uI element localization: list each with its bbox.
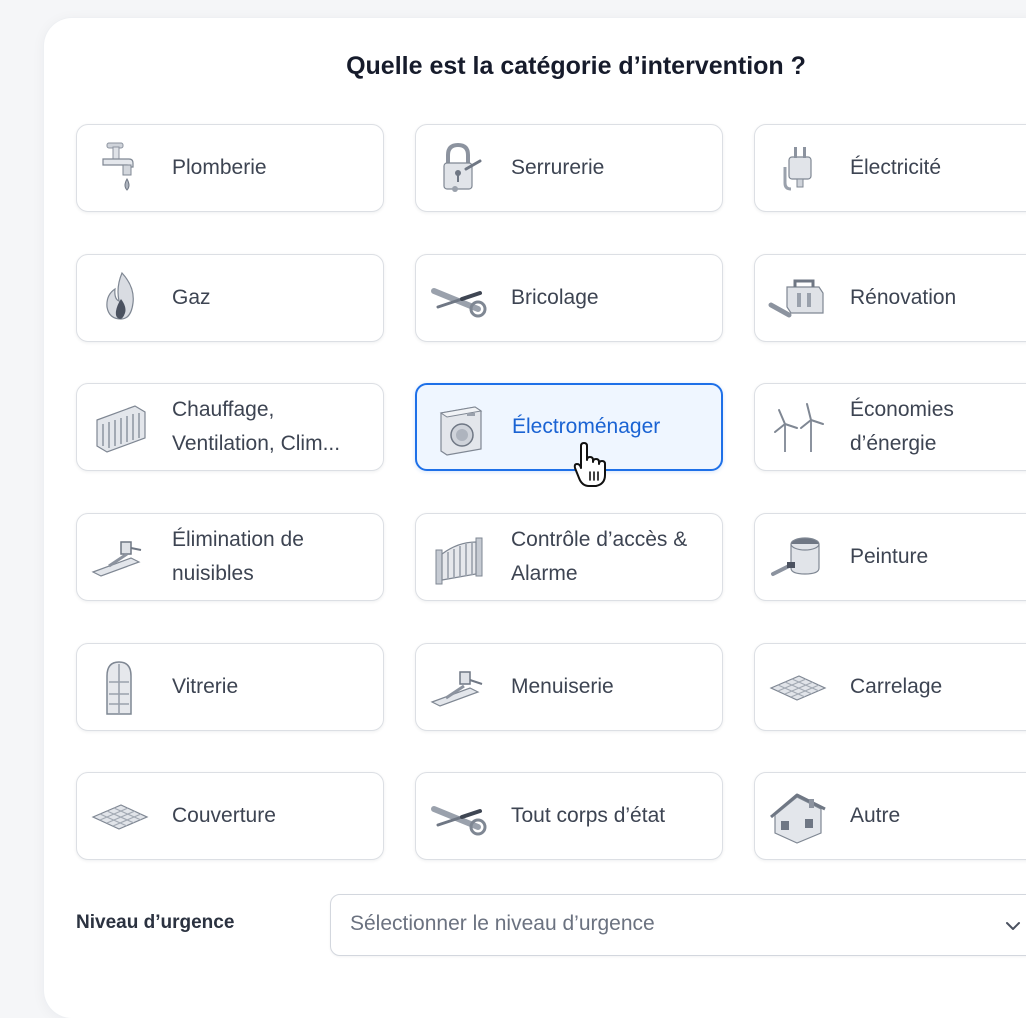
category-label: Menuiserie xyxy=(511,675,614,698)
flame-icon xyxy=(89,269,151,329)
category-card-plomberie[interactable]: Plomberie xyxy=(76,124,384,212)
radiator-icon xyxy=(89,398,151,458)
hammer-icon xyxy=(428,658,490,718)
category-label: Vitrerie xyxy=(172,675,239,698)
category-card-gaz[interactable]: Gaz xyxy=(76,254,384,342)
category-label: Serrurerie xyxy=(511,156,605,179)
category-card-tout-corps-etat[interactable]: Tout corps d’état xyxy=(415,772,723,860)
page-title: Quelle est la catégorie d’intervention ? xyxy=(346,52,806,80)
category-card-nuisibles[interactable]: Élimination de nuisibles xyxy=(76,513,384,601)
padlock-icon xyxy=(428,139,490,199)
category-label: Rénovation xyxy=(850,286,957,309)
category-card-menuiserie[interactable]: Menuiserie xyxy=(415,643,723,731)
category-card-chauffage[interactable]: Chauffage, Ventilation, Clim... xyxy=(76,383,384,471)
urgency-select-placeholder: Sélectionner le niveau d’urgence xyxy=(350,912,655,935)
category-card-electricite[interactable]: Électricité xyxy=(754,124,1026,212)
house-icon xyxy=(767,787,829,847)
roof-tiles-icon xyxy=(89,787,151,847)
category-card-vitrerie[interactable]: Vitrerie xyxy=(76,643,384,731)
category-card-peinture[interactable]: Peinture xyxy=(754,513,1026,601)
category-label: Peinture xyxy=(850,545,929,568)
tools-icon xyxy=(428,787,490,847)
category-label: Électroménager xyxy=(512,415,661,438)
category-label: Carrelage xyxy=(850,675,943,698)
wind-turbine-icon xyxy=(767,398,829,458)
category-card-couverture[interactable]: Couverture xyxy=(76,772,384,860)
category-label: Électricité xyxy=(850,156,942,179)
category-label: Couverture xyxy=(172,804,276,827)
plug-icon xyxy=(767,139,829,199)
urgency-label: Niveau d’urgence xyxy=(76,912,235,933)
faucet-icon xyxy=(89,139,151,199)
category-label: Élimination de nuisibles xyxy=(172,528,304,585)
category-card-electromenager[interactable]: Électroménager xyxy=(415,383,723,471)
category-card-serrurerie[interactable]: Serrurerie xyxy=(415,124,723,212)
window-icon xyxy=(89,658,151,718)
category-card-autre[interactable]: Autre xyxy=(754,772,1026,860)
washing-machine-icon xyxy=(429,399,491,459)
category-card-bricolage[interactable]: Bricolage xyxy=(415,254,723,342)
category-card-controle-acces[interactable]: Contrôle d’accès & Alarme xyxy=(415,513,723,601)
category-label: Plomberie xyxy=(172,156,267,179)
category-label: Bricolage xyxy=(511,286,599,309)
category-label: Gaz xyxy=(172,286,211,309)
category-card-renovation[interactable]: Rénovation xyxy=(754,254,1026,342)
category-label: Tout corps d’état xyxy=(511,804,666,827)
category-label: Économies d’énergie xyxy=(850,398,954,455)
category-label: Autre xyxy=(850,804,901,827)
tiles-icon xyxy=(767,658,829,718)
category-label: Chauffage, Ventilation, Clim... xyxy=(172,398,341,455)
pest-trap-icon xyxy=(89,528,151,588)
chevron-down-icon xyxy=(1006,922,1020,930)
tools-icon xyxy=(428,269,490,329)
hand-cursor-icon xyxy=(573,442,606,487)
urgency-select[interactable]: Sélectionner le niveau d’urgence xyxy=(330,894,1026,956)
category-card-carrelage[interactable]: Carrelage xyxy=(754,643,1026,731)
toolbox-icon xyxy=(767,269,829,329)
paint-bucket-icon xyxy=(767,528,829,588)
category-card-economies-energie[interactable]: Économies d’énergie xyxy=(754,383,1026,471)
gate-icon xyxy=(428,528,490,588)
category-label: Contrôle d’accès & Alarme xyxy=(511,528,688,585)
